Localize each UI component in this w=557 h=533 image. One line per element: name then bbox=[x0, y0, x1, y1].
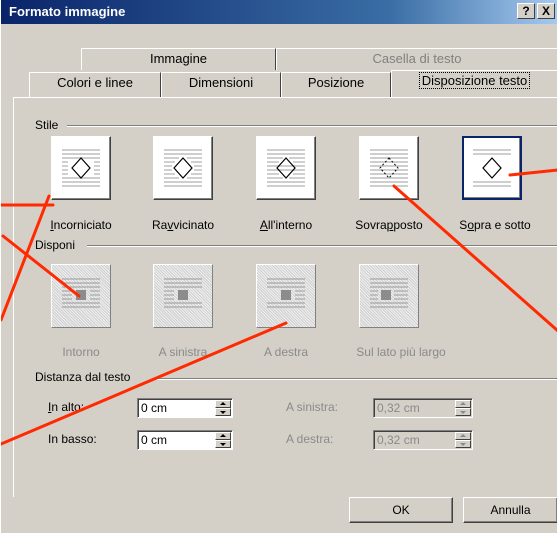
style-allinterno-label: All'interno bbox=[251, 218, 321, 232]
close-button[interactable]: X bbox=[537, 3, 555, 19]
spin-up-button[interactable] bbox=[215, 432, 231, 440]
format-picture-dialog: Formato immagine ? X Immagine Casella di… bbox=[0, 0, 557, 533]
label-pre: Ra bbox=[151, 218, 168, 232]
in-basso-spinner[interactable]: 0 cm bbox=[137, 430, 233, 450]
help-button[interactable]: ? bbox=[517, 3, 535, 19]
tab-casella-di-testo[interactable]: Casella di testo bbox=[276, 48, 557, 70]
style-sovrapposto-button[interactable] bbox=[359, 136, 419, 200]
a-destra-label: A destra: bbox=[286, 432, 334, 446]
wrap-largest-side-icon bbox=[370, 278, 408, 308]
through-wrap-icon bbox=[267, 149, 305, 187]
spin-up-button[interactable] bbox=[215, 400, 231, 408]
tab-dimensioni[interactable]: Dimensioni bbox=[161, 72, 281, 98]
arrange-a-sinistra-button[interactable] bbox=[153, 264, 213, 328]
stile-divider bbox=[67, 125, 557, 127]
label-rest: pra e sotto bbox=[474, 218, 531, 232]
a-sinistra-value: 0,32 cm bbox=[377, 401, 420, 415]
dialog-title: Formato immagine bbox=[9, 4, 126, 19]
disponi-divider bbox=[87, 245, 557, 247]
arrange-a-destra-label: A destra bbox=[263, 345, 309, 359]
in-alto-value: 0 cm bbox=[141, 401, 168, 415]
tab-posizione[interactable]: Posizione bbox=[281, 72, 391, 98]
mnemonic: A bbox=[259, 218, 268, 232]
style-incorniciato-button[interactable] bbox=[51, 136, 111, 200]
style-ravvicinato-button[interactable] bbox=[153, 136, 213, 200]
in-front-wrap-icon bbox=[370, 149, 408, 187]
in-basso-label: In basso: bbox=[48, 432, 97, 446]
tab-colori-e-linee[interactable]: Colori e linee bbox=[29, 72, 161, 98]
ok-button[interactable]: OK bbox=[349, 497, 453, 523]
spin-down-button[interactable] bbox=[455, 408, 471, 416]
arrange-intorno-label: Intorno bbox=[62, 345, 100, 359]
annulla-button[interactable]: Annulla bbox=[463, 497, 557, 523]
in-basso-spin-arrows bbox=[215, 432, 231, 448]
spin-up-button[interactable] bbox=[455, 432, 471, 440]
arrange-intorno-button[interactable] bbox=[51, 264, 111, 328]
style-sovrapposto-label: Sovrapposto bbox=[349, 218, 429, 232]
label-rest: ll'interno bbox=[267, 218, 313, 232]
style-ravvicinato-label: Ravvicinato bbox=[145, 218, 221, 232]
label-rest: vicinato bbox=[173, 218, 215, 232]
spin-down-button[interactable] bbox=[455, 440, 471, 448]
wrap-left-icon bbox=[164, 278, 202, 308]
disponi-group-label: Disponi bbox=[35, 238, 80, 252]
in-alto-spinner[interactable]: 0 cm bbox=[137, 398, 233, 418]
in-alto-spin-arrows bbox=[215, 400, 231, 416]
arrange-a-destra-button[interactable] bbox=[256, 264, 316, 328]
label-rest: posto bbox=[393, 218, 423, 232]
style-sopra-e-sotto-button[interactable] bbox=[462, 136, 522, 200]
in-basso-value: 0 cm bbox=[141, 433, 168, 447]
a-sinistra-spin-arrows bbox=[455, 400, 471, 416]
wrap-right-icon bbox=[267, 278, 305, 308]
arrange-lato-piu-largo-label: Sul lato più largo bbox=[356, 345, 446, 359]
spin-down-button[interactable] bbox=[215, 408, 231, 416]
label-text: n alto: bbox=[51, 400, 85, 414]
tab-disposizione-testo[interactable]: Disposizione testo bbox=[391, 70, 557, 98]
a-sinistra-spinner[interactable]: 0,32 cm bbox=[373, 398, 473, 418]
label-rest: ncorniciato bbox=[53, 218, 112, 232]
style-allinterno-button[interactable] bbox=[256, 136, 316, 200]
tab-immagine[interactable]: Immagine bbox=[81, 48, 276, 70]
arrange-lato-piu-largo-button[interactable] bbox=[359, 264, 419, 328]
arrange-a-sinistra-label: A sinistra bbox=[158, 345, 208, 359]
distanza-divider bbox=[157, 378, 557, 380]
style-incorniciato-label: Incorniciato bbox=[45, 218, 117, 232]
top-bottom-wrap-icon bbox=[473, 149, 511, 187]
tight-wrap-icon bbox=[164, 149, 202, 187]
a-destra-spinner[interactable]: 0,32 cm bbox=[373, 430, 473, 450]
in-alto-label: In alto: bbox=[48, 400, 85, 414]
wrap-both-sides-icon bbox=[62, 278, 100, 308]
spin-down-button[interactable] bbox=[215, 440, 231, 448]
distanza-group-label: Distanza dal testo bbox=[35, 370, 135, 384]
a-destra-spin-arrows bbox=[455, 432, 471, 448]
style-sopra-e-sotto-label: Sopra e sotto bbox=[447, 218, 543, 232]
title-bar: Formato immagine ? X bbox=[1, 0, 557, 24]
mnemonic: o bbox=[467, 218, 474, 232]
stile-group-label: Stile bbox=[35, 118, 63, 132]
square-wrap-icon bbox=[62, 149, 100, 187]
spin-up-button[interactable] bbox=[455, 400, 471, 408]
label-pre: Sovra bbox=[355, 218, 387, 232]
tab-disposizione-testo-label: Disposizione testo bbox=[418, 72, 531, 89]
a-sinistra-label: A sinistra: bbox=[286, 400, 339, 414]
a-destra-value: 0,32 cm bbox=[377, 433, 420, 447]
